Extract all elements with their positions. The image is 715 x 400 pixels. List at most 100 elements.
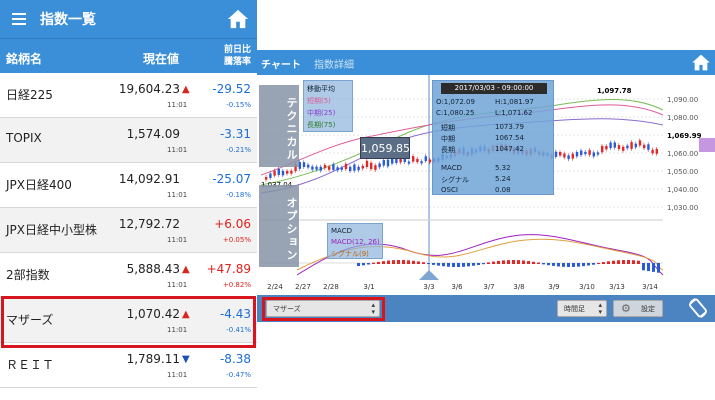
macd-bar xyxy=(622,260,625,264)
update-time: 11:01 xyxy=(167,236,188,244)
settings-button[interactable]: ⚙ 設定 xyxy=(613,300,663,317)
macd-bar xyxy=(477,263,480,266)
candle xyxy=(273,170,276,176)
candle xyxy=(596,152,600,155)
tooltip-label: 短期 xyxy=(441,124,455,132)
macd-bar xyxy=(412,260,415,264)
macd-bar xyxy=(542,263,545,265)
index-price: 14,092.91 xyxy=(118,172,180,186)
index-price: 5,888.43 xyxy=(126,262,180,276)
price-change: -25.07 xyxy=(212,172,251,186)
tooltip-value: 5.24 xyxy=(495,175,511,183)
macd-bar xyxy=(582,263,585,267)
index-name: JPX日経中小型株 xyxy=(6,223,97,237)
candle xyxy=(370,162,373,170)
macd-bar xyxy=(497,260,500,264)
tab-chart[interactable]: チャート xyxy=(261,56,301,71)
index-row[interactable]: TOPIX 1,574.09 11:01 -3.31 -0.21% xyxy=(0,118,257,163)
candle xyxy=(416,158,419,163)
macd-bar xyxy=(652,263,655,272)
candle xyxy=(365,160,369,168)
change-percent: +0.05% xyxy=(222,236,251,244)
macd-bar xyxy=(482,263,485,265)
candle xyxy=(290,170,293,174)
hamburger-menu-icon[interactable] xyxy=(12,13,26,25)
update-time: 11:01 xyxy=(167,371,188,379)
index-row[interactable]: 2部指数 5,888.43 ▲ 11:01 +47.89 +0.82% xyxy=(0,253,257,298)
candle xyxy=(344,163,348,170)
side-tab-technical[interactable]: テクニカル xyxy=(259,85,299,167)
candle xyxy=(651,149,654,154)
macd-bar xyxy=(512,260,515,264)
candle xyxy=(357,166,360,171)
tooltip-label: OSCI xyxy=(441,186,458,194)
tooltip-label: シグナル xyxy=(441,176,469,184)
index-row[interactable]: JPX日経400 14,092.91 11:01 -25.07 -0.18% xyxy=(0,163,257,208)
macd-bar xyxy=(557,263,560,267)
candle xyxy=(340,167,343,170)
candle xyxy=(655,148,658,154)
x-tick-label: 3/7 xyxy=(483,283,494,291)
index-price: 1,789.11 xyxy=(126,352,180,366)
candle xyxy=(647,144,650,150)
candle xyxy=(412,156,415,162)
price-flag: 1,059.85 xyxy=(360,137,410,159)
chart-area[interactable]: 1,090.00 1,080.00 1,069.99 1,060.00 1,050.00… xyxy=(257,75,715,295)
moving-average-legend: 移動平均 短期(5) 中期(25) 長期(75) xyxy=(303,80,353,132)
period-select[interactable]: 時間足 ▴ ▾ xyxy=(557,300,607,317)
index-name: 日経225 xyxy=(6,88,53,102)
index-name: JPX日経400 xyxy=(6,178,72,192)
index-row[interactable]: マザーズ 1,070.42 ▲ 11:01 -4.43 -0.41% xyxy=(0,298,257,343)
candle xyxy=(567,155,570,160)
macd-bar xyxy=(577,263,580,267)
macd-bar xyxy=(567,263,570,267)
macd-bar xyxy=(467,263,470,267)
macd-bar xyxy=(377,261,380,264)
x-tick-label: 3/1 xyxy=(363,283,374,291)
tab-index-detail[interactable]: 指数詳細 xyxy=(314,56,354,71)
candle xyxy=(319,166,322,171)
update-time: 11:01 xyxy=(167,191,188,199)
down-arrow-icon: ▼ xyxy=(182,354,190,365)
index-row[interactable]: ＲＥＩＴ 1,789.11 ▼ 11:01 -8.38 -0.47% xyxy=(0,343,257,388)
candle xyxy=(588,150,591,155)
tooltip-value: 1073.79 xyxy=(495,123,524,131)
price-change: -8.38 xyxy=(219,352,251,366)
index-row[interactable]: JPX日経中小型株 12,792.72 11:01 +6.06 +0.05% xyxy=(0,208,257,253)
macd-bar xyxy=(362,263,365,266)
x-tick-label: 2/28 xyxy=(323,283,339,291)
update-time: 11:01 xyxy=(167,281,188,289)
tooltip-value: 1047.42 xyxy=(495,145,524,153)
update-time: 11:01 xyxy=(167,101,188,109)
rotate-screen-icon[interactable] xyxy=(687,297,709,319)
index-name: TOPIX xyxy=(6,131,42,145)
macd-bar xyxy=(382,261,385,264)
macd-bar xyxy=(617,260,620,264)
candle xyxy=(605,145,608,150)
macd-bar xyxy=(572,263,575,267)
candle xyxy=(424,156,427,161)
candle xyxy=(580,150,583,156)
candle xyxy=(634,143,637,148)
x-tick-label: 2/27 xyxy=(295,283,311,291)
x-tick-label: 3/14 xyxy=(642,283,658,291)
index-row[interactable]: 日経225 19,604.23 ▲ 11:01 -29.52 -0.15% xyxy=(0,73,257,118)
up-arrow-icon: ▲ xyxy=(182,264,190,275)
update-time: 11:01 xyxy=(167,326,188,334)
y-tick-label: 1,090.00 xyxy=(667,96,698,104)
side-tab-option[interactable]: オプション xyxy=(259,185,299,267)
current-price-marker xyxy=(699,138,715,152)
macd-bar xyxy=(447,263,450,267)
change-percent: +0.82% xyxy=(222,281,251,289)
candle xyxy=(584,151,587,155)
macd-bar xyxy=(627,260,630,264)
candle xyxy=(281,170,285,176)
macd-bar xyxy=(602,262,605,264)
candle xyxy=(382,160,385,166)
column-price: 現在値 xyxy=(143,52,180,66)
candle xyxy=(420,161,423,164)
candle xyxy=(353,164,356,171)
home-icon[interactable] xyxy=(227,8,249,30)
macd-bar xyxy=(422,262,425,264)
home-icon[interactable] xyxy=(691,53,711,72)
